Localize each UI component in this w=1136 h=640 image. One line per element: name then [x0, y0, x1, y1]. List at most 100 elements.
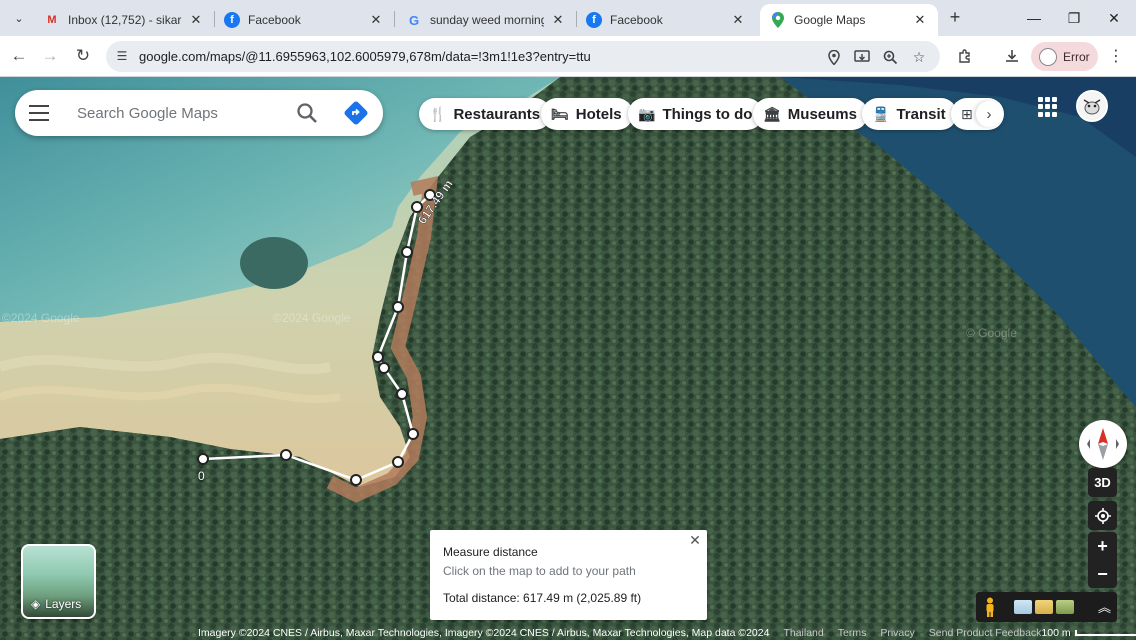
chip-label: Museums	[787, 105, 857, 123]
minimize-button[interactable]: —	[1014, 4, 1054, 32]
tab-title: Facebook	[610, 13, 663, 27]
forward-button[interactable]: →	[38, 44, 62, 68]
watermark-text: ©2024 Google	[2, 311, 80, 325]
chip-museums[interactable]: 🏛 Museums	[753, 98, 868, 130]
camera-icon: 📷	[638, 105, 656, 122]
tab-facebook-1[interactable]: f Facebook ✕	[214, 4, 394, 36]
path-point[interactable]	[392, 301, 404, 313]
path-point[interactable]	[197, 453, 209, 465]
compass-icon	[1087, 428, 1119, 460]
tab-title: sunday weed morning - Go	[430, 13, 544, 27]
zoom-icon[interactable]	[881, 48, 899, 66]
layers-icon: ◈	[31, 597, 41, 611]
tab-title: Google Maps	[794, 13, 866, 27]
reload-button[interactable]: ↻	[71, 44, 95, 68]
3d-toggle-button[interactable]: 3D	[1088, 468, 1117, 497]
gmail-icon: M	[47, 14, 57, 26]
chevron-up-icon[interactable]: ︽	[1098, 597, 1111, 616]
download-icon[interactable]	[1001, 45, 1023, 67]
path-point[interactable]	[372, 351, 384, 363]
path-start-label: 0	[198, 469, 205, 483]
footer-link-privacy[interactable]: Privacy	[880, 627, 914, 639]
browser-menu-icon[interactable]: ⋮	[1106, 45, 1126, 67]
tab-title: Inbox (12,752) - sikarin10@	[68, 13, 182, 27]
attribution-bar: Imagery ©2024 CNES / Airbus, Maxar Techn…	[0, 626, 1136, 640]
profile-error-label: Error	[1063, 49, 1090, 64]
close-icon[interactable]: ✕	[550, 12, 566, 28]
tab-google-maps[interactable]: Google Maps ✕	[760, 4, 938, 36]
google-apps-icon[interactable]	[1038, 97, 1058, 117]
measure-title: Measure distance	[443, 545, 538, 559]
chip-restaurants[interactable]: 🍴 Restaurants	[419, 98, 552, 130]
close-icon[interactable]: ✕	[687, 532, 703, 548]
path-point[interactable]	[407, 428, 419, 440]
compass-control[interactable]	[1079, 420, 1127, 468]
browser-toolbar: ← → ↻ ☰ google.com/maps/@11.6955963,102.…	[0, 36, 1136, 77]
menu-icon[interactable]	[29, 102, 53, 124]
restore-button[interactable]: ❐	[1054, 4, 1094, 32]
location-icon[interactable]	[825, 48, 843, 66]
attribution-text: Imagery ©2024 CNES / Airbus, Maxar Techn…	[198, 627, 770, 639]
imagery-strip: ︽	[976, 592, 1117, 622]
footer-link-country[interactable]: Thailand	[783, 627, 823, 639]
map-canvas[interactable]: ©2024 Google ©2024 Google © Google 617.4…	[0, 77, 1136, 640]
google-icon: G	[408, 12, 420, 28]
tab-gmail[interactable]: M Inbox (12,752) - sikarin10@ ✕	[34, 4, 214, 36]
close-icon[interactable]: ✕	[188, 12, 204, 28]
footer-link-terms[interactable]: Terms	[838, 627, 867, 639]
url-text[interactable]: google.com/maps/@11.6955963,102.6005979,…	[139, 49, 591, 64]
profile-error-button[interactable]: Error	[1031, 42, 1098, 71]
footer-link-feedback[interactable]: Send Product Feedback	[929, 627, 1042, 639]
extensions-icon[interactable]	[954, 45, 976, 67]
hotel-icon: 🛏	[551, 105, 569, 122]
imagery-thumb-map[interactable]	[1035, 600, 1053, 614]
tab-search-button[interactable]: ⌄	[8, 7, 30, 29]
install-app-icon[interactable]	[853, 48, 871, 66]
close-icon[interactable]: ✕	[730, 12, 746, 28]
chip-things-to-do[interactable]: 📷 Things to do	[628, 98, 764, 130]
pharmacy-icon: ⊞	[961, 106, 973, 122]
chevron-right-icon[interactable]: ›	[976, 101, 1002, 127]
imagery-thumb-terrain[interactable]	[1014, 600, 1032, 614]
account-avatar[interactable]	[1076, 90, 1108, 122]
path-point[interactable]	[392, 456, 404, 468]
pegman-icon[interactable]	[984, 597, 998, 617]
search-input[interactable]	[77, 102, 277, 124]
close-icon[interactable]: ✕	[368, 12, 384, 28]
watermark-text: © Google	[966, 326, 1017, 340]
chip-pharmacy-partial[interactable]: ⊞ ›	[951, 98, 1004, 130]
chip-hotels[interactable]: 🛏 Hotels	[541, 98, 633, 130]
path-point[interactable]	[280, 449, 292, 461]
zoom-in-button[interactable]: +	[1088, 532, 1117, 560]
search-icon[interactable]	[295, 101, 319, 125]
map-scale[interactable]: 100 m	[1041, 627, 1136, 639]
close-icon[interactable]: ✕	[912, 12, 928, 28]
maps-pin-icon	[770, 12, 786, 28]
new-tab-button[interactable]: +	[944, 6, 966, 28]
chip-transit[interactable]: 🚆 Transit	[862, 98, 957, 130]
back-button[interactable]: ←	[7, 44, 31, 68]
scale-bar	[1074, 630, 1136, 636]
path-point[interactable]	[350, 474, 362, 486]
bookmark-star-icon[interactable]: ☆	[910, 48, 928, 66]
zoom-controls: + −	[1088, 532, 1117, 588]
profile-avatar-icon	[1039, 47, 1057, 66]
zoom-out-button[interactable]: −	[1088, 560, 1117, 588]
imagery-thumb-satellite[interactable]	[1056, 600, 1074, 614]
facebook-icon: f	[224, 12, 240, 28]
my-location-button[interactable]	[1088, 501, 1117, 530]
tab-google-search[interactable]: G sunday weed morning - Go ✕	[396, 4, 576, 36]
chip-label: Hotels	[575, 105, 622, 123]
address-bar[interactable]: ☰ google.com/maps/@11.6955963,102.600597…	[106, 41, 940, 72]
path-point[interactable]	[378, 362, 390, 374]
layers-label: Layers	[45, 597, 82, 611]
layers-button[interactable]: ◈ Layers	[21, 544, 96, 619]
chip-label: Things to do	[662, 105, 753, 123]
tab-facebook-2[interactable]: f Facebook ✕	[576, 4, 756, 36]
path-point[interactable]	[396, 388, 408, 400]
close-window-button[interactable]: ✕	[1094, 4, 1134, 32]
measure-distance-card: Measure distance Click on the map to add…	[430, 530, 707, 620]
path-point[interactable]	[401, 246, 413, 258]
site-info-icon[interactable]: ☰	[114, 48, 130, 64]
directions-icon[interactable]	[343, 100, 369, 126]
